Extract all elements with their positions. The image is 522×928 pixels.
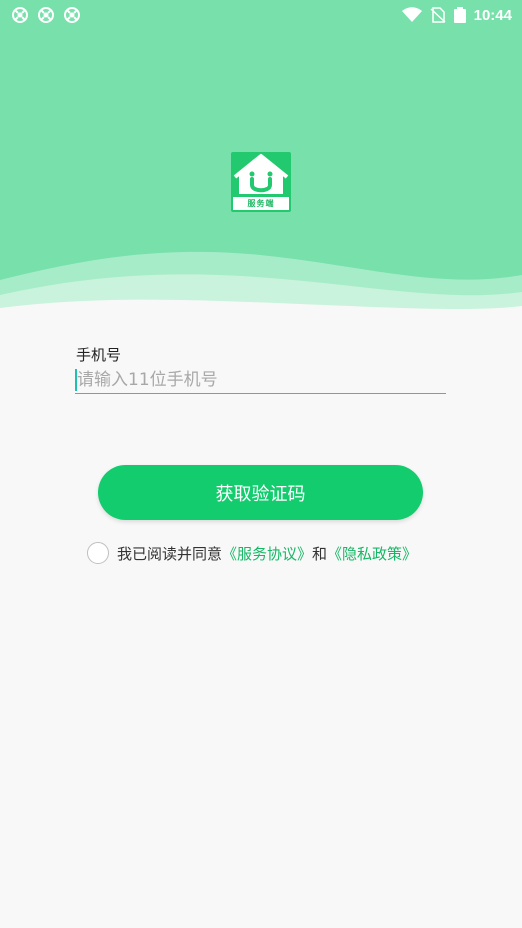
house-icon xyxy=(233,154,289,194)
phone-input[interactable] xyxy=(75,366,446,394)
agreement-prefix: 我已阅读并同意 xyxy=(117,544,223,563)
app-logo: 服务端 xyxy=(231,152,291,212)
status-time: 10:44 xyxy=(473,6,512,24)
status-bar: 10:44 xyxy=(0,0,522,30)
login-screen: 10:44 服务端 手机号 获取验证码 我已阅读并同意 《服务协议》 和 《隐私… xyxy=(0,0,522,928)
no-sim-icon xyxy=(430,7,446,23)
status-bar-left xyxy=(12,7,80,23)
logo-badge: 服务端 xyxy=(233,197,289,210)
agree-checkbox[interactable] xyxy=(87,542,109,564)
wifi-icon xyxy=(401,7,422,22)
header-wave xyxy=(0,251,522,330)
text-caret xyxy=(75,369,77,391)
get-code-button[interactable]: 获取验证码 xyxy=(98,465,423,520)
agreement-row: 我已阅读并同意 《服务协议》 和 《隐私政策》 xyxy=(87,541,417,565)
status-bar-right: 10:44 xyxy=(401,6,512,24)
sync-icon xyxy=(64,7,80,23)
agreement-connector: 和 xyxy=(312,544,328,563)
battery-icon xyxy=(453,7,466,23)
sync-icon xyxy=(12,7,28,23)
service-agreement-link[interactable]: 《服务协议》 xyxy=(222,543,312,564)
phone-label: 手机号 xyxy=(76,346,122,364)
sync-icon xyxy=(38,7,54,23)
privacy-policy-link[interactable]: 《隐私政策》 xyxy=(327,543,417,564)
